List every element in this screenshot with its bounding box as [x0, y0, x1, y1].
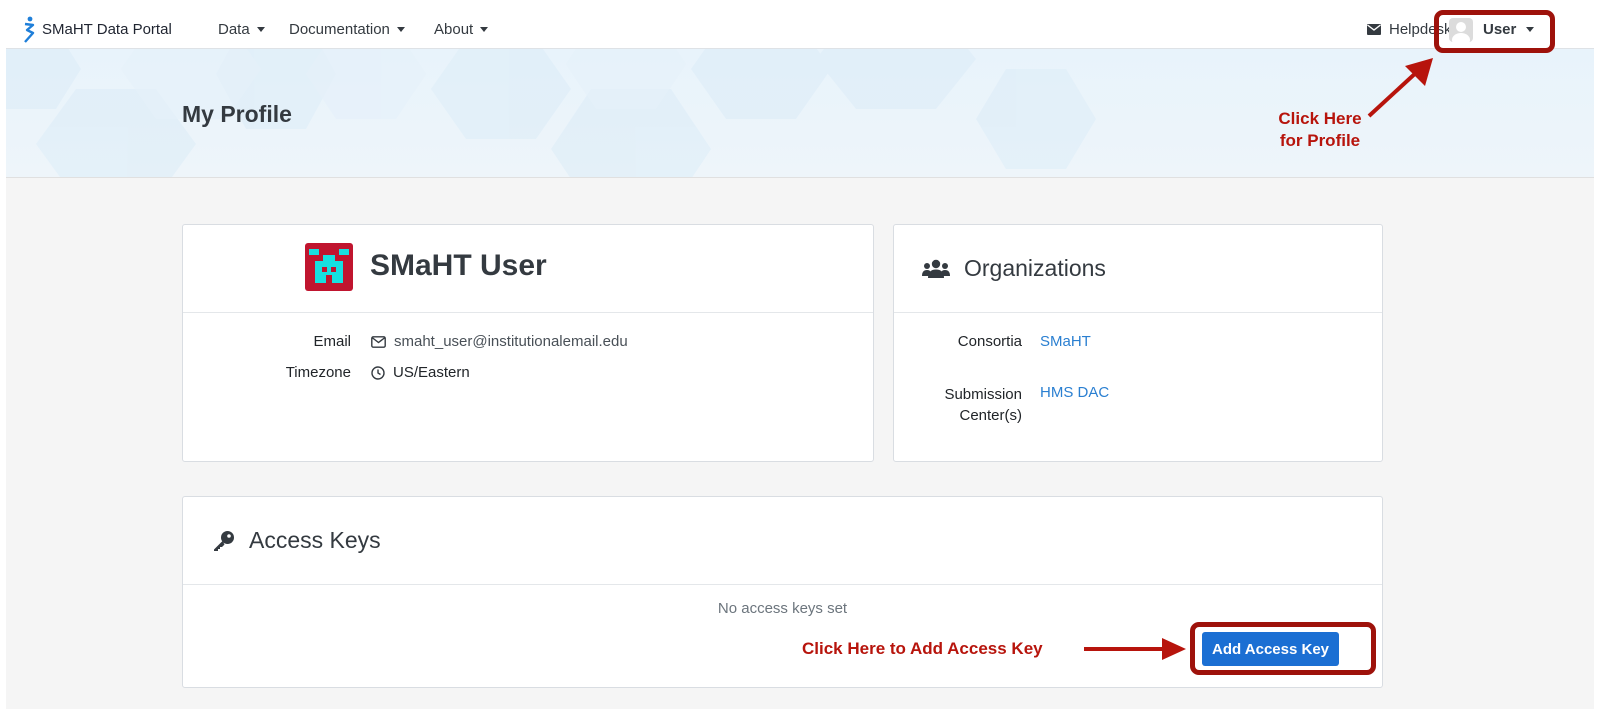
- brand-name: SMaHT Data Portal: [42, 21, 172, 38]
- arrow-icon: [1367, 58, 1433, 118]
- submission-center-link[interactable]: HMS DAC: [1040, 384, 1109, 401]
- submission-label-line: Submission: [944, 386, 1022, 403]
- access-keys-title-text: Access Keys: [249, 527, 381, 553]
- caret-down-icon: [480, 27, 489, 32]
- users-icon: [922, 259, 950, 278]
- organizations-card: Organizations Consortia SMaHT Submission…: [893, 224, 1383, 462]
- access-keys-title: Access Keys: [213, 527, 381, 554]
- nav-menu-label: Data: [218, 21, 250, 38]
- profile-card-header: SMaHT User: [183, 225, 873, 313]
- clock-icon: [371, 365, 385, 380]
- caret-down-icon: [396, 27, 405, 32]
- page-title: My Profile: [182, 101, 292, 127]
- mail-outline-icon: [371, 335, 386, 348]
- smaht-logo-icon: [24, 16, 35, 43]
- timezone-value: US/Eastern: [371, 364, 470, 381]
- profile-card: SMaHT User Email smaht_user@institutiona…: [182, 224, 874, 462]
- timezone-label: Timezone: [285, 364, 351, 381]
- access-key-annotation: Click Here to Add Access Key: [802, 639, 1043, 658]
- timezone-text: US/Eastern: [393, 364, 470, 381]
- profile-name: SMaHT User: [370, 249, 547, 282]
- consortia-label: Consortia: [957, 333, 1022, 350]
- arrow-icon: [1084, 638, 1186, 660]
- submission-center-label: Submission Center(s): [914, 384, 1022, 426]
- email-value: smaht_user@institutionalemail.edu: [371, 333, 628, 350]
- email-label: Email: [313, 333, 351, 350]
- organizations-title: Organizations: [922, 255, 1106, 282]
- profile-avatar-icon: [305, 243, 353, 291]
- empty-access-keys-note: No access keys set: [717, 600, 848, 617]
- profile-annotation-line: Click Here: [1278, 109, 1362, 128]
- profile-annotation: Click Here for Profile: [1264, 108, 1376, 152]
- page-frame: SMaHT Data Portal Data Documentation Abo…: [6, 10, 1594, 709]
- nav-menu-data[interactable]: Data: [218, 10, 265, 49]
- nav-menu-label: Documentation: [289, 21, 390, 38]
- access-keys-card-header: Access Keys: [183, 497, 1382, 585]
- organizations-card-header: Organizations: [894, 225, 1382, 313]
- submission-label-line: Center(s): [959, 407, 1022, 424]
- consortia-link[interactable]: SMaHT: [1040, 333, 1091, 350]
- key-icon: [214, 530, 234, 551]
- email-text: smaht_user@institutionalemail.edu: [394, 333, 628, 350]
- top-navbar: SMaHT Data Portal Data Documentation Abo…: [6, 10, 1594, 49]
- nav-menu-label: About: [434, 21, 474, 38]
- envelope-icon: [1367, 24, 1381, 35]
- caret-down-icon: [256, 27, 265, 32]
- highlight-user-menu: [1434, 10, 1555, 53]
- highlight-add-access-key: [1190, 622, 1376, 675]
- organizations-title-text: Organizations: [964, 255, 1106, 281]
- profile-annotation-line: for Profile: [1279, 131, 1361, 150]
- nav-menu-about[interactable]: About: [434, 10, 489, 49]
- brand[interactable]: SMaHT Data Portal: [22, 16, 172, 43]
- nav-menu-documentation[interactable]: Documentation: [289, 10, 405, 49]
